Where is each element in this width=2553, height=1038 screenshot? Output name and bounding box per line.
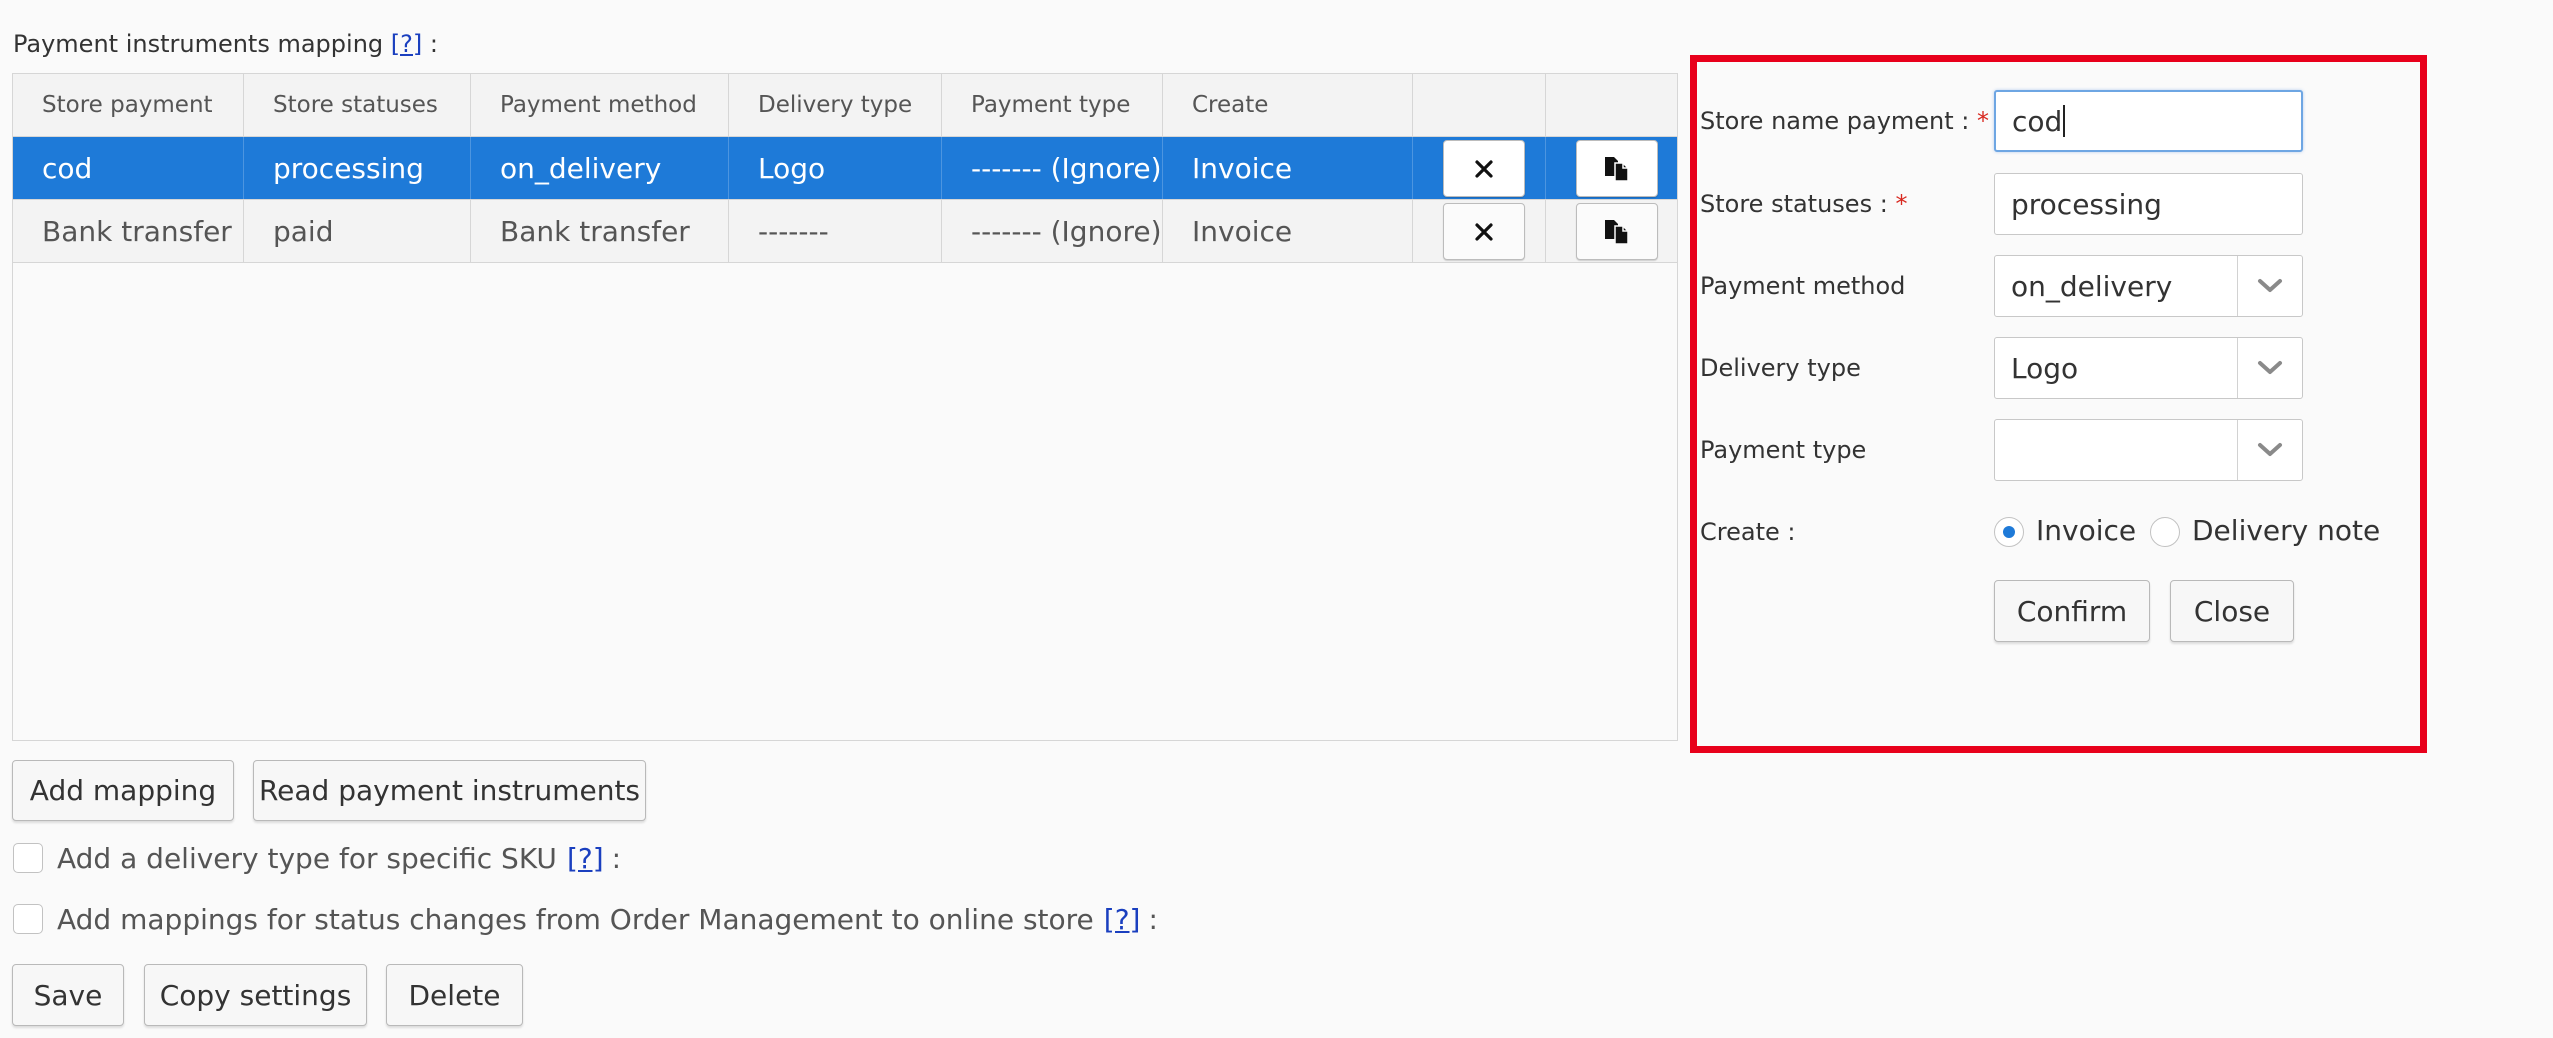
close-button[interactable]: Close <box>2170 580 2294 642</box>
column-header-payment-type[interactable]: Payment type <box>942 74 1163 136</box>
cell-create: Invoice <box>1163 200 1413 262</box>
delivery-note-radio-label[interactable]: Delivery note <box>2192 514 2380 547</box>
table-row[interactable]: cod processing on_delivery Logo ------- … <box>13 137 1677 200</box>
payment-method-value: on_delivery <box>2011 269 2173 303</box>
cell-delivery-type: Logo <box>729 137 942 199</box>
required-mark: * <box>1895 190 1908 218</box>
section-title-text: Payment instruments mapping <box>13 30 384 58</box>
store-name-payment-label: Store name payment : * <box>1700 107 1989 135</box>
store-statuses-label-text: Store statuses : <box>1700 190 1888 218</box>
delivery-note-radio[interactable] <box>2150 517 2180 547</box>
payment-type-select[interactable] <box>1994 419 2303 481</box>
section-title-suffix: : <box>429 30 438 58</box>
column-header-delete <box>1413 74 1546 136</box>
column-header-payment-method[interactable]: Payment method <box>471 74 729 136</box>
chevron-down-icon[interactable] <box>2237 256 2302 316</box>
mapping-grid: Store payment Store statuses Payment met… <box>12 73 1678 741</box>
cell-payment-type: ------- (Ignore) <box>942 137 1163 199</box>
chevron-down-icon[interactable] <box>2237 420 2302 480</box>
close-icon <box>1475 222 1493 241</box>
required-mark: * <box>1977 107 1990 135</box>
cell-payment-type: ------- (Ignore) <box>942 200 1163 262</box>
sku-delivery-help-link[interactable]: [?] <box>567 842 604 875</box>
copy-row-button[interactable] <box>1576 140 1658 197</box>
sku-delivery-checkbox[interactable] <box>13 843 43 873</box>
store-statuses-value: processing <box>2011 187 2162 221</box>
section-title: Payment instruments mapping [?] : <box>13 30 438 58</box>
section-help-link[interactable]: [?] <box>391 30 422 58</box>
status-mappings-help-link[interactable]: [?] <box>1104 903 1141 936</box>
cell-create: Invoice <box>1163 137 1413 199</box>
chevron-down-icon[interactable] <box>2237 338 2302 398</box>
text-caret <box>2063 105 2066 137</box>
column-header-store-statuses[interactable]: Store statuses <box>244 74 471 136</box>
delete-row-button[interactable] <box>1443 140 1525 197</box>
cell-store-payment: cod <box>13 137 244 199</box>
column-header-store-payment[interactable]: Store payment <box>13 74 244 136</box>
payment-type-label: Payment type <box>1700 436 1867 464</box>
column-header-delivery-type[interactable]: Delivery type <box>729 74 942 136</box>
edit-mapping-panel <box>1690 55 2427 753</box>
sku-delivery-label: Add a delivery type for specific SKU <box>57 841 557 875</box>
delete-button[interactable]: Delete <box>386 964 523 1026</box>
grid-header: Store payment Store statuses Payment met… <box>13 74 1677 137</box>
copy-icon <box>1605 219 1629 245</box>
cell-store-payment: Bank transfer <box>13 200 244 262</box>
close-icon <box>1475 159 1493 178</box>
status-mappings-option: Add mappings for status changes from Ord… <box>13 901 1158 937</box>
invoice-radio-label[interactable]: Invoice <box>2036 514 2136 547</box>
store-name-payment-label-text: Store name payment : <box>1700 107 1970 135</box>
save-button[interactable]: Save <box>12 964 124 1026</box>
status-mappings-checkbox[interactable] <box>13 904 43 934</box>
status-mappings-suffix: : <box>1148 902 1158 936</box>
store-statuses-label: Store statuses : * <box>1700 190 1907 218</box>
delete-row-button[interactable] <box>1443 203 1525 260</box>
payment-method-select[interactable]: on_delivery <box>1994 255 2303 317</box>
delivery-type-value: Logo <box>2011 351 2079 385</box>
store-name-payment-value: cod <box>2012 104 2063 138</box>
invoice-radio[interactable] <box>1994 517 2024 547</box>
table-row[interactable]: Bank transfer paid Bank transfer -------… <box>13 200 1677 263</box>
cell-store-statuses: processing <box>244 137 471 199</box>
cell-payment-method: Bank transfer <box>471 200 729 262</box>
copy-row-button[interactable] <box>1576 203 1658 260</box>
sku-delivery-suffix: : <box>611 841 622 875</box>
copy-settings-button[interactable]: Copy settings <box>144 964 367 1026</box>
column-header-create[interactable]: Create <box>1163 74 1413 136</box>
add-mapping-button[interactable]: Add mapping <box>12 760 234 821</box>
create-label: Create : <box>1700 518 1796 546</box>
store-statuses-input[interactable]: processing <box>1994 173 2303 235</box>
payment-method-label: Payment method <box>1700 272 1906 300</box>
delivery-type-select[interactable]: Logo <box>1994 337 2303 399</box>
cell-store-statuses: paid <box>244 200 471 262</box>
read-payment-instruments-button[interactable]: Read payment instruments <box>253 760 646 821</box>
sku-delivery-option: Add a delivery type for specific SKU [?]… <box>13 840 621 876</box>
store-name-payment-input[interactable]: cod <box>1994 90 2303 152</box>
cell-delivery-type: ------- <box>729 200 942 262</box>
delivery-type-label: Delivery type <box>1700 354 1861 382</box>
confirm-button[interactable]: Confirm <box>1994 580 2150 642</box>
copy-icon <box>1605 156 1629 182</box>
cell-payment-method: on_delivery <box>471 137 729 199</box>
column-header-copy <box>1546 74 1679 136</box>
status-mappings-label: Add mappings for status changes from Ord… <box>57 902 1094 936</box>
